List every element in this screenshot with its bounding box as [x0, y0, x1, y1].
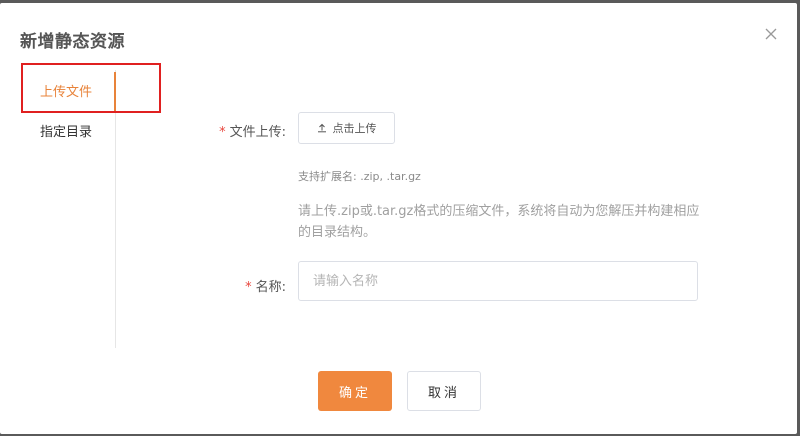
active-tab-indicator — [114, 72, 116, 112]
required-mark: * — [245, 280, 252, 295]
cancel-button[interactable]: 取消 — [407, 371, 481, 411]
file-upload-label: * 文件上传: — [219, 125, 286, 140]
tab-specify-directory[interactable]: 指定目录 — [20, 115, 116, 151]
name-input[interactable] — [298, 261, 698, 301]
required-mark: * — [219, 125, 226, 140]
upload-button[interactable]: 点击上传 — [298, 112, 395, 144]
upload-icon — [317, 123, 326, 133]
close-icon[interactable] — [762, 25, 780, 43]
extension-hint: 支持扩展名: .zip, .tar.gz — [298, 170, 421, 183]
upload-button-label: 点击上传 — [332, 122, 377, 135]
dialog-title: 新增静态资源 — [20, 32, 125, 52]
upload-description: 请上传.zip或.tar.gz格式的压缩文件，系统将自动为您解压并构建相应的目录… — [298, 204, 700, 240]
name-label: * 名称: — [245, 280, 286, 295]
side-tabs: 上传文件 指定目录 — [20, 70, 116, 348]
tab-upload-file[interactable]: 上传文件 — [20, 75, 116, 111]
confirm-button[interactable]: 确定 — [318, 371, 392, 411]
